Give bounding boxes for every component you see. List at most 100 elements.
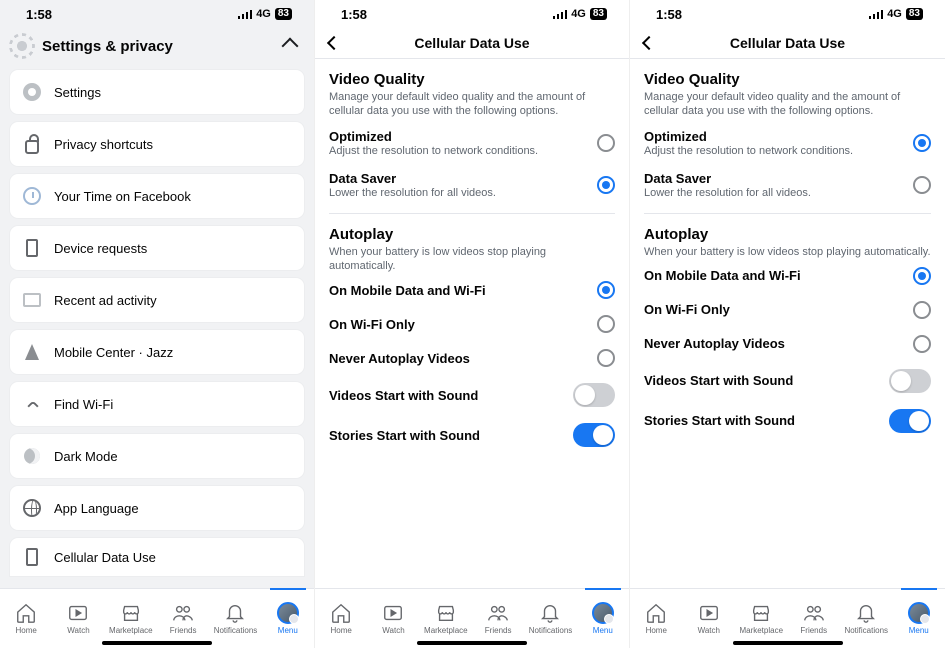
section-heading: Autoplay [329, 226, 615, 243]
home-indicator[interactable] [102, 641, 212, 645]
tab-notifications[interactable]: Notifications [840, 589, 893, 648]
tab-watch[interactable]: Watch [52, 589, 104, 648]
switch-videos-sound[interactable] [889, 369, 931, 393]
menu-item-cellular-data[interactable]: Cellular Data Use [10, 538, 304, 576]
option-optimized[interactable]: OptimizedAdjust the resolution to networ… [329, 119, 615, 161]
back-button[interactable] [327, 36, 341, 50]
tab-home[interactable]: Home [0, 589, 52, 648]
toggle-stories-sound[interactable]: Stories Start with Sound [644, 401, 931, 441]
home-icon [15, 602, 37, 624]
menu-item-mobile-center[interactable]: Mobile Center · Jazz [10, 330, 304, 374]
marketplace-icon [750, 602, 772, 624]
menu-item-privacy-shortcuts[interactable]: Privacy shortcuts [10, 122, 304, 166]
switch-videos-sound[interactable] [573, 383, 615, 407]
page-header: Cellular Data Use [630, 28, 945, 58]
radio-never[interactable] [913, 335, 931, 353]
tab-marketplace[interactable]: Marketplace [735, 589, 788, 648]
header-title: Settings & privacy [42, 38, 173, 55]
wifi-icon [23, 398, 41, 410]
marketplace-icon [120, 602, 142, 624]
section-heading: Video Quality [329, 71, 615, 88]
phone-icon [26, 548, 38, 566]
section-autoplay: Autoplay When your battery is low videos… [644, 214, 931, 441]
radio-optimized[interactable] [597, 134, 615, 152]
tab-menu[interactable]: Menu [577, 589, 629, 648]
option-data-saver[interactable]: Data SaverLower the resolution for all v… [644, 161, 931, 203]
menu-item-dark-mode[interactable]: Dark Mode [10, 434, 304, 478]
option-wifi-only[interactable]: On Wi-Fi Only [329, 307, 615, 341]
toggle-stories-sound[interactable]: Stories Start with Sound [329, 415, 615, 455]
section-video-quality: Video Quality Manage your default video … [644, 59, 931, 214]
radio-data-saver[interactable] [913, 176, 931, 194]
screen-cellular-b: 1:58 4G83 Cellular Data Use Video Qualit… [315, 0, 630, 648]
tab-home[interactable]: Home [315, 589, 367, 648]
section-video-quality: Video Quality Manage your default video … [329, 59, 615, 214]
settings-privacy-header[interactable]: Settings & privacy [0, 28, 314, 64]
watch-icon [382, 602, 404, 624]
option-never[interactable]: Never Autoplay Videos [329, 341, 615, 375]
menu-item-your-time[interactable]: Your Time on Facebook [10, 174, 304, 218]
option-mobile-wifi[interactable]: On Mobile Data and Wi-Fi [329, 273, 615, 307]
tab-menu[interactable]: Menu [262, 589, 314, 648]
radio-mobile-wifi[interactable] [913, 267, 931, 285]
option-optimized[interactable]: OptimizedAdjust the resolution to networ… [644, 119, 931, 161]
signal-icon [553, 9, 567, 19]
toggle-videos-sound[interactable]: Videos Start with Sound [644, 361, 931, 401]
menu-item-device-requests[interactable]: Device requests [10, 226, 304, 270]
home-indicator[interactable] [417, 641, 527, 645]
status-bar: 1:58 4G83 [315, 0, 629, 28]
back-button[interactable] [642, 36, 656, 50]
tab-marketplace[interactable]: Marketplace [420, 589, 472, 648]
menu-item-find-wifi[interactable]: Find Wi-Fi [10, 382, 304, 426]
section-desc: When your battery is low videos stop pla… [329, 245, 615, 274]
menu-item-app-language[interactable]: App Language [10, 486, 304, 530]
tab-bar: Home Watch Marketplace Friends Notificat… [630, 588, 945, 648]
signal-icon [238, 9, 252, 19]
toggle-videos-sound[interactable]: Videos Start with Sound [329, 375, 615, 415]
radio-mobile-wifi[interactable] [597, 281, 615, 299]
home-indicator[interactable] [733, 641, 843, 645]
tab-bar: Home Watch Marketplace Friends Notificat… [0, 588, 314, 648]
section-desc: When your battery is low videos stop pla… [644, 245, 931, 259]
menu-item-recent-ad[interactable]: Recent ad activity [10, 278, 304, 322]
home-icon [330, 602, 352, 624]
settings-list: Settings Privacy shortcuts Your Time on … [0, 64, 314, 588]
status-net: 4G [256, 8, 271, 20]
radio-optimized[interactable] [913, 134, 931, 152]
tab-home[interactable]: Home [630, 589, 683, 648]
phone-icon [26, 239, 38, 257]
tab-notifications[interactable]: Notifications [524, 589, 576, 648]
signal-icon [869, 9, 883, 19]
tab-marketplace[interactable]: Marketplace [105, 589, 157, 648]
switch-stories-sound[interactable] [573, 423, 615, 447]
tab-notifications[interactable]: Notifications [209, 589, 261, 648]
page-title: Cellular Data Use [315, 35, 629, 51]
radio-never[interactable] [597, 349, 615, 367]
radio-wifi-only[interactable] [597, 315, 615, 333]
menu-item-settings[interactable]: Settings [10, 70, 304, 114]
section-heading: Video Quality [644, 71, 931, 88]
battery-icon: 83 [590, 8, 607, 20]
option-never[interactable]: Never Autoplay Videos [644, 327, 931, 361]
gear-icon [12, 36, 32, 56]
tab-friends[interactable]: Friends [472, 589, 524, 648]
screen-cellular-c: 1:58 4G83 Cellular Data Use Video Qualit… [630, 0, 945, 648]
bell-icon [539, 602, 561, 624]
tab-watch[interactable]: Watch [683, 589, 736, 648]
tab-bar: Home Watch Marketplace Friends Notificat… [315, 588, 629, 648]
option-mobile-wifi[interactable]: On Mobile Data and Wi-Fi [644, 259, 931, 293]
friends-icon [487, 602, 509, 624]
radio-data-saver[interactable] [597, 176, 615, 194]
battery-icon: 83 [275, 8, 292, 20]
tab-menu[interactable]: Menu [893, 589, 945, 648]
option-wifi-only[interactable]: On Wi-Fi Only [644, 293, 931, 327]
globe-icon [23, 499, 41, 517]
person-icon [23, 83, 41, 101]
tab-friends[interactable]: Friends [157, 589, 209, 648]
radio-wifi-only[interactable] [913, 301, 931, 319]
section-desc: Manage your default video quality and th… [329, 90, 615, 119]
tab-watch[interactable]: Watch [367, 589, 419, 648]
tab-friends[interactable]: Friends [788, 589, 841, 648]
option-data-saver[interactable]: Data SaverLower the resolution for all v… [329, 161, 615, 203]
switch-stories-sound[interactable] [889, 409, 931, 433]
